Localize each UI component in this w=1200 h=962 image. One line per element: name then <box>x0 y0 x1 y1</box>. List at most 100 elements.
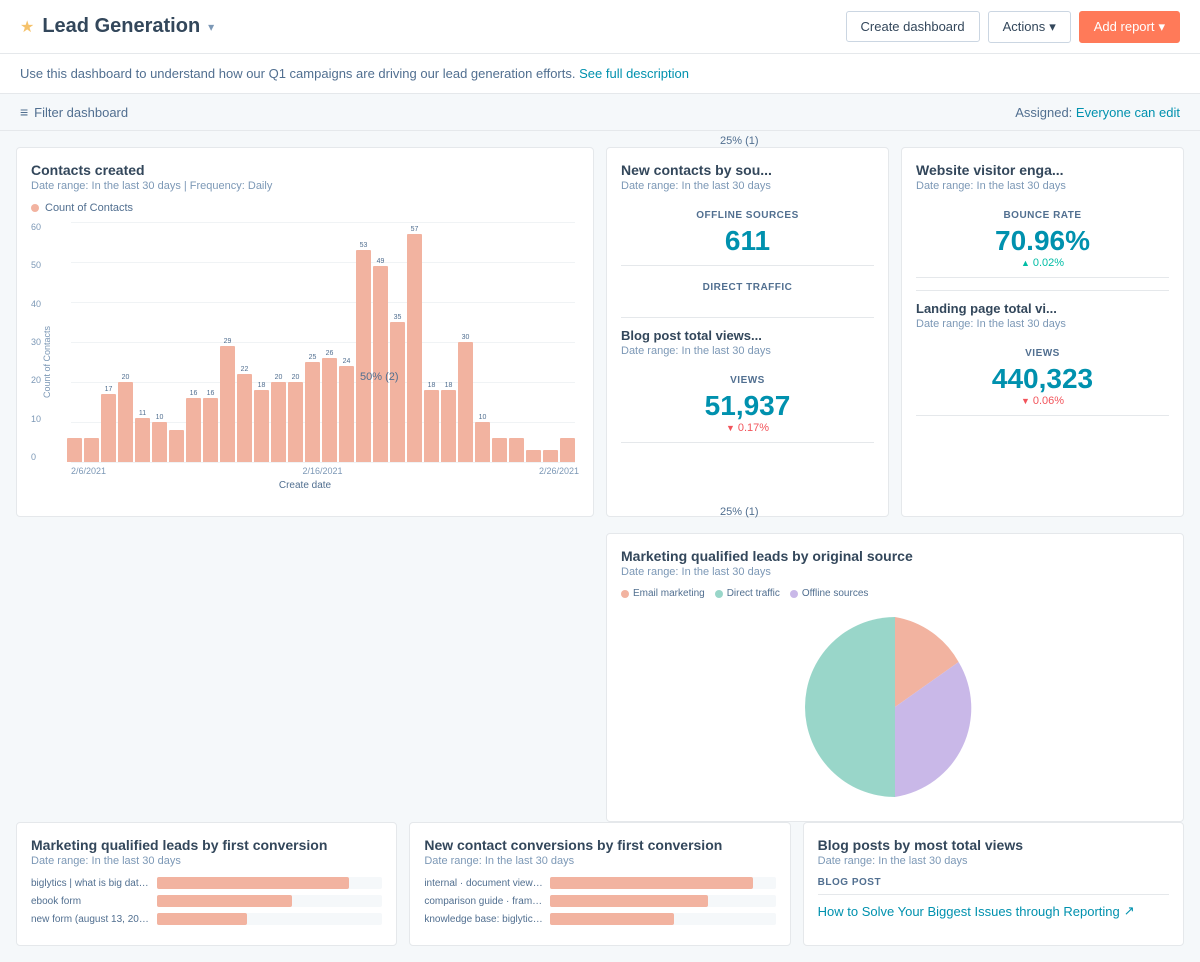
new-contacts-title: New contacts by sou... <box>621 162 874 178</box>
bar-fill <box>118 382 133 462</box>
h-bar-name: internal · document viewer... <box>424 878 544 889</box>
direct-traffic-section: DIRECT TRAFFIC <box>621 274 874 305</box>
assigned-link[interactable]: Everyone can edit <box>1076 105 1180 120</box>
blog-views-label: VIEWS <box>730 375 765 386</box>
pie-slice-direct2 <box>805 617 895 707</box>
blog-views-value: 51,937 <box>705 390 791 422</box>
bar-item: 26 <box>322 222 337 462</box>
bar-item: 18 <box>441 222 456 462</box>
bar-fill <box>322 358 337 462</box>
spacer <box>16 533 594 822</box>
blog-post-title: Blog post total views... <box>621 328 874 343</box>
description-bar: Use this dashboard to understand how our… <box>0 54 1200 94</box>
bar-fill <box>339 366 354 462</box>
offline-label: OFFLINE SOURCES <box>696 210 799 221</box>
bar-item <box>509 222 524 462</box>
new-contacts-card: New contacts by sou... Date range: In th… <box>606 147 889 517</box>
blog-link-text: How to Solve Your Biggest Issues through… <box>818 904 1120 919</box>
bar-fill <box>543 450 558 462</box>
actions-button[interactable]: Actions ▾ <box>988 11 1071 43</box>
chart-footer: Create date <box>31 480 579 491</box>
bar-fill <box>356 250 371 462</box>
website-subtitle: Date range: In the last 30 days <box>916 180 1169 192</box>
bar-item <box>526 222 541 462</box>
filter-label: Filter dashboard <box>34 105 128 120</box>
bar-fill <box>441 390 456 462</box>
legend-direct-dot <box>715 590 723 598</box>
website-title: Website visitor enga... <box>916 162 1169 178</box>
h-bar-fill <box>157 877 349 889</box>
new-contact-conv-card: New contact conversions by first convers… <box>409 822 790 946</box>
assigned-prefix: Assigned: <box>1015 105 1072 120</box>
create-dashboard-button[interactable]: Create dashboard <box>846 11 980 42</box>
assigned-section: Assigned: Everyone can edit <box>1015 105 1180 120</box>
bar-item <box>543 222 558 462</box>
add-report-chevron-icon: ▾ <box>1158 19 1165 35</box>
bpv-title: Blog posts by most total views <box>818 837 1169 853</box>
add-report-button[interactable]: Add report ▾ <box>1079 11 1180 43</box>
h-bar-fill <box>550 895 708 907</box>
offline-sources-section: OFFLINE SOURCES 611 <box>621 202 874 266</box>
h-bar-name: comparison guide · frame... <box>424 896 544 907</box>
h-bar-name: biglytics | what is big data?: <box>31 878 151 889</box>
contacts-created-card: Contacts created Date range: In the last… <box>16 147 594 517</box>
bar-item: 20 <box>118 222 133 462</box>
see-full-description-link[interactable]: See full description <box>579 66 689 81</box>
bar-item <box>169 222 184 462</box>
h-bar-row: biglytics | what is big data?: <box>31 877 382 889</box>
bar-fill <box>475 422 490 462</box>
pie-chart-container: 25% (1) 50% (2) 25% (1) <box>621 607 1169 807</box>
bounce-delta: 0.02% <box>1021 257 1064 269</box>
blog-link[interactable]: How to Solve Your Biggest Issues through… <box>818 903 1169 919</box>
blog-views-section: VIEWS 51,937 0.17% <box>621 367 874 443</box>
bar-fill <box>526 450 541 462</box>
delta-down-icon <box>1021 395 1030 407</box>
bar-item: 49 <box>373 222 388 462</box>
filter-dashboard-button[interactable]: ≡ Filter dashboard <box>20 104 128 120</box>
bar-value-label: 16 <box>190 390 198 397</box>
bar-fill <box>271 382 286 462</box>
mql-first-conversion-card: Marketing qualified leads by first conve… <box>16 822 397 946</box>
h-bar-track <box>550 895 775 907</box>
star-icon[interactable]: ★ <box>20 17 34 37</box>
bar-fill <box>84 438 99 462</box>
legend-direct: Direct traffic <box>715 588 780 599</box>
legend-dot <box>31 204 39 212</box>
bar-fill <box>152 422 167 462</box>
bounce-label: BOUNCE RATE <box>1003 210 1081 221</box>
filter-bar: ≡ Filter dashboard Assigned: Everyone ca… <box>0 94 1200 131</box>
header-left: ★ Lead Generation ▾ <box>20 15 214 38</box>
mql-title: Marketing qualified leads by original so… <box>621 548 1169 564</box>
bar-item: 16 <box>186 222 201 462</box>
landing-page-subcard: Landing page total vi... Date range: In … <box>916 290 1169 416</box>
bar-value-label: 11 <box>139 410 146 417</box>
external-link-icon: ↗ <box>1124 903 1135 919</box>
bar-value-label: 18 <box>445 382 453 389</box>
ncc-title: New contact conversions by first convers… <box>424 837 775 853</box>
h-bar-fill <box>550 913 674 925</box>
mql-subtitle: Date range: In the last 30 days <box>621 566 1169 578</box>
bar-item: 20 <box>271 222 286 462</box>
pie-chart <box>795 607 995 807</box>
bar-item: 10 <box>152 222 167 462</box>
contacts-created-title: Contacts created <box>31 162 579 178</box>
legend-email: Email marketing <box>621 588 705 599</box>
bar-item: 16 <box>203 222 218 462</box>
bar-item: 10 <box>475 222 490 462</box>
bar-fill <box>458 342 473 462</box>
bar-item: 30 <box>458 222 473 462</box>
bar-value-label: 18 <box>428 382 436 389</box>
h-bar-track <box>157 913 382 925</box>
bar-item <box>560 222 575 462</box>
h-bar-name: knowledge base: biglytics ... <box>424 914 544 925</box>
bar-fill <box>390 322 405 462</box>
chevron-icon[interactable]: ▾ <box>208 20 214 34</box>
bar-value-label: 18 <box>258 382 266 389</box>
grid-line <box>71 462 575 463</box>
legend-offline: Offline sources <box>790 588 869 599</box>
bar-fill <box>492 438 507 462</box>
bar-item: 22 <box>237 222 252 462</box>
h-bar-fill <box>157 913 247 925</box>
landing-subtitle: Date range: In the last 30 days <box>916 318 1169 330</box>
bar-value-label: 49 <box>377 258 385 265</box>
